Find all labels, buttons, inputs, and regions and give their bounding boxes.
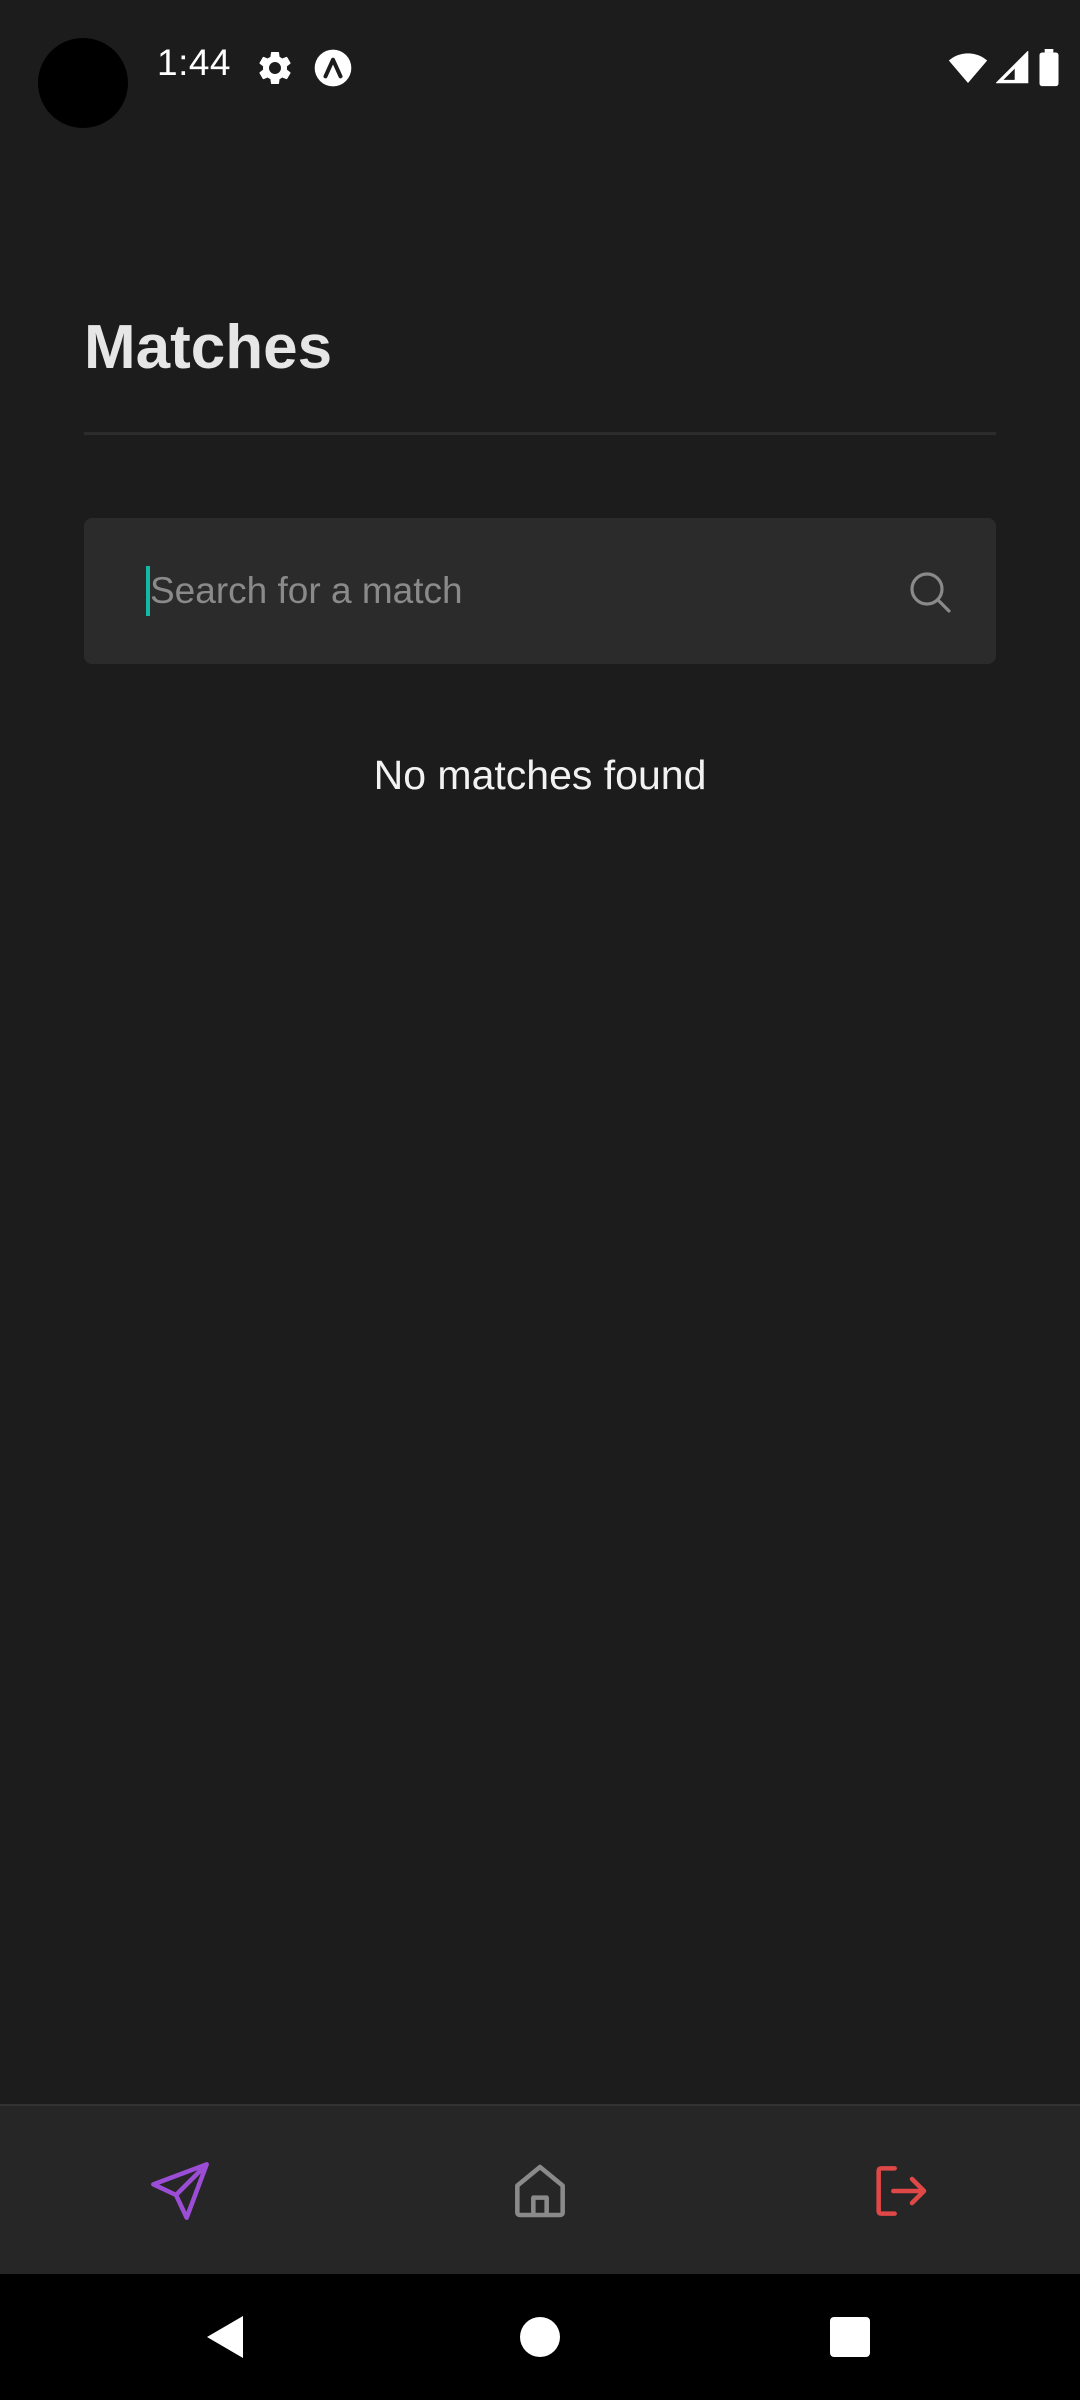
text-cursor (146, 566, 150, 616)
nav-home-button[interactable] (505, 2302, 575, 2372)
empty-state-text: No matches found (373, 752, 707, 798)
nav-recents-button[interactable] (815, 2302, 885, 2372)
back-icon (207, 2316, 243, 2358)
recents-icon (830, 2317, 870, 2357)
signal-icon (996, 51, 1029, 84)
search-box[interactable] (84, 518, 996, 664)
app-notification-icon (314, 49, 352, 87)
nav-back-button[interactable] (190, 2302, 260, 2372)
battery-icon (1039, 49, 1059, 87)
status-bar: 1:44 (0, 0, 1080, 135)
search-icon[interactable] (906, 568, 954, 616)
logout-icon (876, 2166, 927, 2216)
page-title: Matches (84, 313, 333, 382)
tab-home[interactable] (360, 2106, 720, 2276)
tab-logout[interactable] (720, 2106, 1080, 2276)
camera-cutout (38, 38, 128, 128)
status-time: 1:44 (157, 42, 232, 83)
wifi-icon (948, 53, 988, 83)
gear-icon (259, 51, 291, 84)
title-divider (84, 432, 996, 435)
status-right-icons (948, 48, 1060, 88)
home-icon (515, 2164, 565, 2218)
system-nav-bar (0, 2274, 1080, 2400)
tab-send[interactable] (0, 2106, 360, 2276)
search-input[interactable] (146, 558, 910, 624)
home-circle-icon (520, 2317, 560, 2357)
bottom-tab-bar (0, 2104, 1080, 2276)
send-icon (151, 2162, 209, 2220)
